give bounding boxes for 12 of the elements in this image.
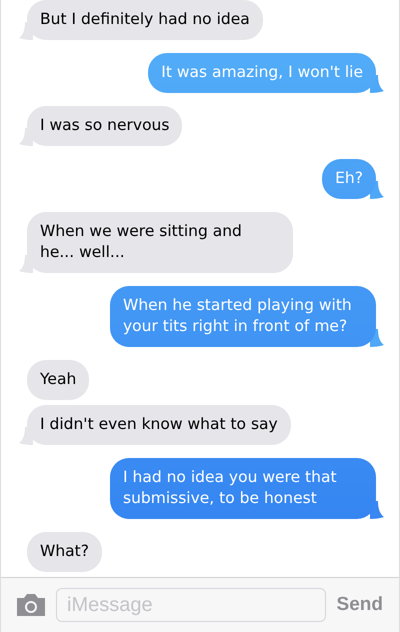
message-bubble: I didn't even know what to say	[27, 405, 291, 445]
message-bubble: I was so nervous	[27, 106, 182, 146]
message-bubble: When he started playing with your tits right in front of me?	[110, 286, 376, 347]
message-bubble: When we were sitting and he... well...	[27, 212, 293, 273]
message-bubble: But I definitely had no idea	[27, 0, 263, 40]
message-bubble: Yeah	[27, 360, 90, 400]
message-bubble: Eh?	[322, 159, 376, 199]
camera-icon[interactable]	[15, 593, 47, 617]
send-button[interactable]: Send	[334, 594, 385, 616]
message-bubble: It was amazing, I won't lie	[148, 53, 376, 93]
message-bubble: What?	[27, 532, 102, 572]
message-bubble: I had no idea you were that submissive, to be honest	[110, 458, 376, 519]
